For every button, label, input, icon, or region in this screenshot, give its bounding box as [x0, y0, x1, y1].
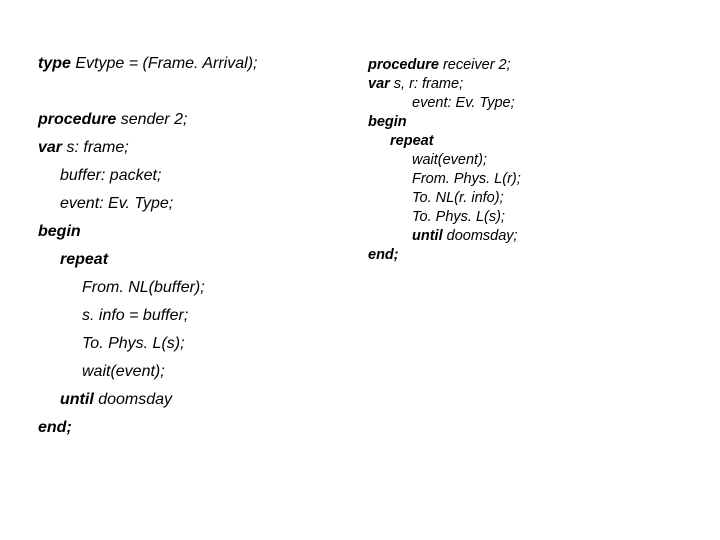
code-line: To. NL(r. info); — [368, 189, 678, 208]
code-text: wait(event); — [82, 363, 165, 380]
keyword-type: type — [38, 55, 71, 72]
code-line: From. Phys. L(r); — [368, 170, 678, 189]
code-text: Evtype = (Frame. Arrival); — [71, 55, 258, 72]
keyword-end: end; — [38, 414, 368, 442]
code-line: s. info = buffer; — [38, 302, 368, 330]
keyword-var: var — [368, 76, 390, 92]
keyword-repeat: repeat — [368, 132, 678, 151]
keyword-end: end; — [368, 246, 678, 265]
code-text: doomsday — [94, 391, 172, 408]
keyword-var: var — [38, 139, 62, 156]
code-text: To. NL(r. info); — [412, 190, 504, 206]
code-text: buffer: packet; — [60, 167, 161, 184]
keyword-until: until — [412, 228, 443, 244]
receiver-code-block: procedure receiver 2; var s, r: frame; e… — [368, 50, 678, 442]
keyword-until: until — [60, 391, 94, 408]
code-line: buffer: packet; — [38, 162, 368, 190]
code-text: event: Ev. Type; — [412, 95, 515, 111]
keyword-begin: begin — [368, 113, 678, 132]
code-line: event: Ev. Type; — [368, 94, 678, 113]
code-line: procedure receiver 2; — [368, 56, 678, 75]
code-text: From. Phys. L(r); — [412, 171, 521, 187]
code-line: event: Ev. Type; — [38, 190, 368, 218]
code-line: procedure sender 2; — [38, 106, 368, 134]
keyword-procedure: procedure — [38, 111, 116, 128]
code-line: type Evtype = (Frame. Arrival); — [38, 50, 368, 78]
code-text: To. Phys. L(s); — [82, 335, 185, 352]
sender-code-block: type Evtype = (Frame. Arrival); procedur… — [38, 50, 368, 442]
code-line: var s: frame; — [38, 134, 368, 162]
code-line: until doomsday — [38, 386, 368, 414]
keyword-repeat: repeat — [38, 246, 368, 274]
code-text: s, r: frame; — [390, 76, 463, 92]
code-text: wait(event); — [412, 152, 487, 168]
slide: type Evtype = (Frame. Arrival); procedur… — [0, 0, 720, 442]
code-text: From. NL(buffer); — [82, 279, 205, 296]
code-line: wait(event); — [38, 358, 368, 386]
code-text: event: Ev. Type; — [60, 195, 173, 212]
code-text: s: frame; — [62, 139, 129, 156]
code-text: doomsday; — [443, 228, 518, 244]
code-text: sender 2; — [116, 111, 187, 128]
code-line: To. Phys. L(s); — [368, 208, 678, 227]
code-line: var s, r: frame; — [368, 75, 678, 94]
code-line: From. NL(buffer); — [38, 274, 368, 302]
code-line: wait(event); — [368, 151, 678, 170]
keyword-begin: begin — [38, 218, 368, 246]
code-text: To. Phys. L(s); — [412, 209, 505, 225]
code-line: until doomsday; — [368, 227, 678, 246]
keyword-procedure: procedure — [368, 57, 439, 73]
code-text: s. info = buffer; — [82, 307, 188, 324]
code-text: receiver 2; — [439, 57, 511, 73]
blank-line — [38, 78, 368, 106]
code-line: To. Phys. L(s); — [38, 330, 368, 358]
